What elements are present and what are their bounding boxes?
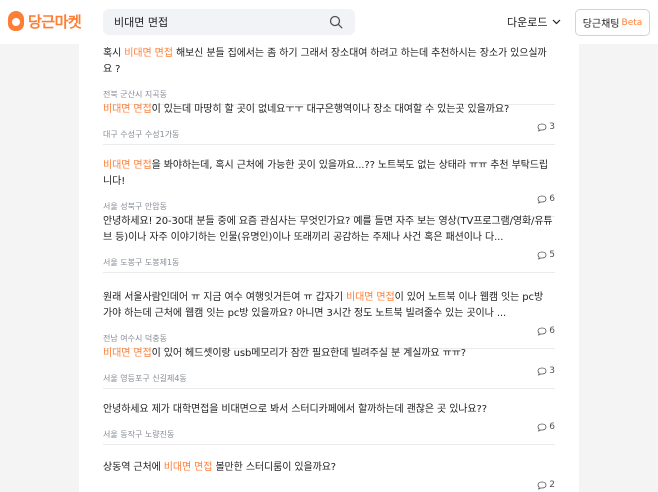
keyword-highlight: 비대면 면접	[103, 160, 152, 171]
search-results-list: 혹시 비대면 면접 해보신 분들 집에서는 좀 하기 그래서 장소대여 하려고 …	[79, 44, 579, 492]
title-text: 을 봐야하는데, 혹시 근처에 가능한 곳이 있을까요...?? 노트북도 없는…	[103, 160, 548, 187]
keyword-highlight: 비대면 면접	[163, 462, 213, 473]
search-icon[interactable]	[329, 15, 343, 29]
chat-button[interactable]: 당근채팅 Beta	[575, 9, 650, 36]
list-item[interactable]: 비대면 면접이 있어 헤드셋이랑 usb메모리가 잠깐 필요한데 빌려주실 분 …	[103, 334, 555, 389]
post-location: 대구 수성구 수성1가동	[103, 130, 180, 139]
speech-bubble-icon	[537, 423, 547, 432]
list-item[interactable]: 안녕하세요 제가 대학면접을 비대면으로 봐서 스터디카페에서 할까하는데 괜찮…	[103, 390, 555, 445]
keyword-highlight: 비대면 면접	[103, 348, 152, 359]
beta-badge: Beta	[621, 17, 643, 28]
logo[interactable]: 당근마켓	[8, 10, 82, 32]
comment-count-value: 5	[549, 250, 555, 260]
list-item[interactable]: 안녕하세요! 20-30대 분들 중에 요즘 관심사는 무엇인가요? 예를 들면…	[103, 202, 555, 273]
download-menu[interactable]: 다운로드	[507, 14, 561, 30]
title-text: 원래 서울사람인데어 ㅠ 지금 여수 여행잇거든여 ㅠ 갑자기	[103, 292, 347, 303]
title-text: 이 있는데 마땅히 할 곳이 없네요ㅜㅜ 대구은행역이나 장소 대여할 수 있는…	[151, 104, 510, 115]
title-text: 안녕하세요 제가 대학면접을 비대면으로 봐서 스터디카페에서 할까하는데 괜찮…	[103, 404, 487, 415]
comment-count: 2	[537, 480, 555, 490]
chat-label: 당근채팅	[582, 19, 620, 30]
logo-text: 당근마켓	[28, 12, 82, 31]
speech-bubble-icon	[537, 123, 547, 132]
post-location: 서울 도봉구 도봉제1동	[103, 258, 180, 267]
post-title[interactable]: 비대면 면접이 있어 헤드셋이랑 usb메모리가 잠깐 필요한데 빌려주실 분 …	[103, 346, 555, 362]
comment-count: 3	[537, 366, 555, 376]
comment-count-value: 6	[549, 422, 555, 432]
post-title[interactable]: 상동역 근처에 비대면 면접 볼만한 스터디룸이 있을까요?	[103, 460, 555, 476]
download-label: 다운로드	[507, 16, 548, 29]
keyword-highlight: 비대면 면접	[103, 104, 152, 115]
title-text: 상동역 근처에	[103, 462, 164, 473]
speech-bubble-icon	[537, 251, 547, 260]
title-text: 이 있어 헤드셋이랑 usb메모리가 잠깐 필요한데 빌려주실 분 계실까요 ㅠ…	[151, 348, 467, 359]
post-location: 서울 영등포구 신길제4동	[103, 374, 187, 383]
post-title[interactable]: 안녕하세요! 20-30대 분들 중에 요즘 관심사는 무엇인가요? 예를 들면…	[103, 214, 555, 246]
chevron-down-icon	[553, 19, 561, 25]
post-title[interactable]: 혹시 비대면 면접 해보신 분들 집에서는 좀 하기 그래서 장소대여 하려고 …	[103, 46, 555, 78]
keyword-highlight: 비대면 면접	[346, 292, 395, 303]
top-header: 당근마켓 비대면 면접 다운로드 당근채팅 Beta	[0, 0, 658, 44]
post-title[interactable]: 비대면 면접이 있는데 마땅히 할 곳이 없네요ㅜㅜ 대구은행역이나 장소 대여…	[103, 102, 555, 118]
title-text: 혹시	[103, 48, 125, 59]
comment-count: 3	[537, 122, 555, 132]
post-location: 서울 동작구 노량진동	[103, 430, 175, 439]
speech-bubble-icon	[537, 367, 547, 376]
comment-count: 5	[537, 250, 555, 260]
post-title[interactable]: 안녕하세요 제가 대학면접을 비대면으로 봐서 스터디카페에서 할까하는데 괜찮…	[103, 402, 555, 418]
title-text: 볼만한 스터디룸이 있을까요?	[212, 462, 337, 473]
comment-count-value: 3	[549, 122, 555, 132]
search-input[interactable]: 비대면 면접	[103, 9, 355, 35]
keyword-highlight: 비대면 면접	[124, 48, 173, 59]
list-item[interactable]: 비대면 면접이 있는데 마땅히 할 곳이 없네요ㅜㅜ 대구은행역이나 장소 대여…	[103, 90, 555, 145]
speech-bubble-icon	[537, 481, 547, 490]
title-text: 안녕하세요! 20-30대 분들 중에 요즘 관심사는 무엇인가요? 예를 들면…	[103, 216, 553, 243]
list-item[interactable]: 상동역 근처에 비대면 면접 볼만한 스터디룸이 있을까요? 2	[103, 448, 555, 492]
comment-count: 6	[537, 422, 555, 432]
post-title[interactable]: 원래 서울사람인데어 ㅠ 지금 여수 여행잇거든여 ㅠ 갑자기 비대면 면접이 …	[103, 290, 555, 322]
search-query[interactable]: 비대면 면접	[114, 14, 168, 30]
comment-count-value: 3	[549, 366, 555, 376]
post-title[interactable]: 비대면 면접을 봐야하는데, 혹시 근처에 가능한 곳이 있을까요...?? 노…	[103, 158, 555, 190]
carrot-logo-icon	[8, 11, 24, 31]
comment-count-value: 2	[549, 480, 555, 490]
